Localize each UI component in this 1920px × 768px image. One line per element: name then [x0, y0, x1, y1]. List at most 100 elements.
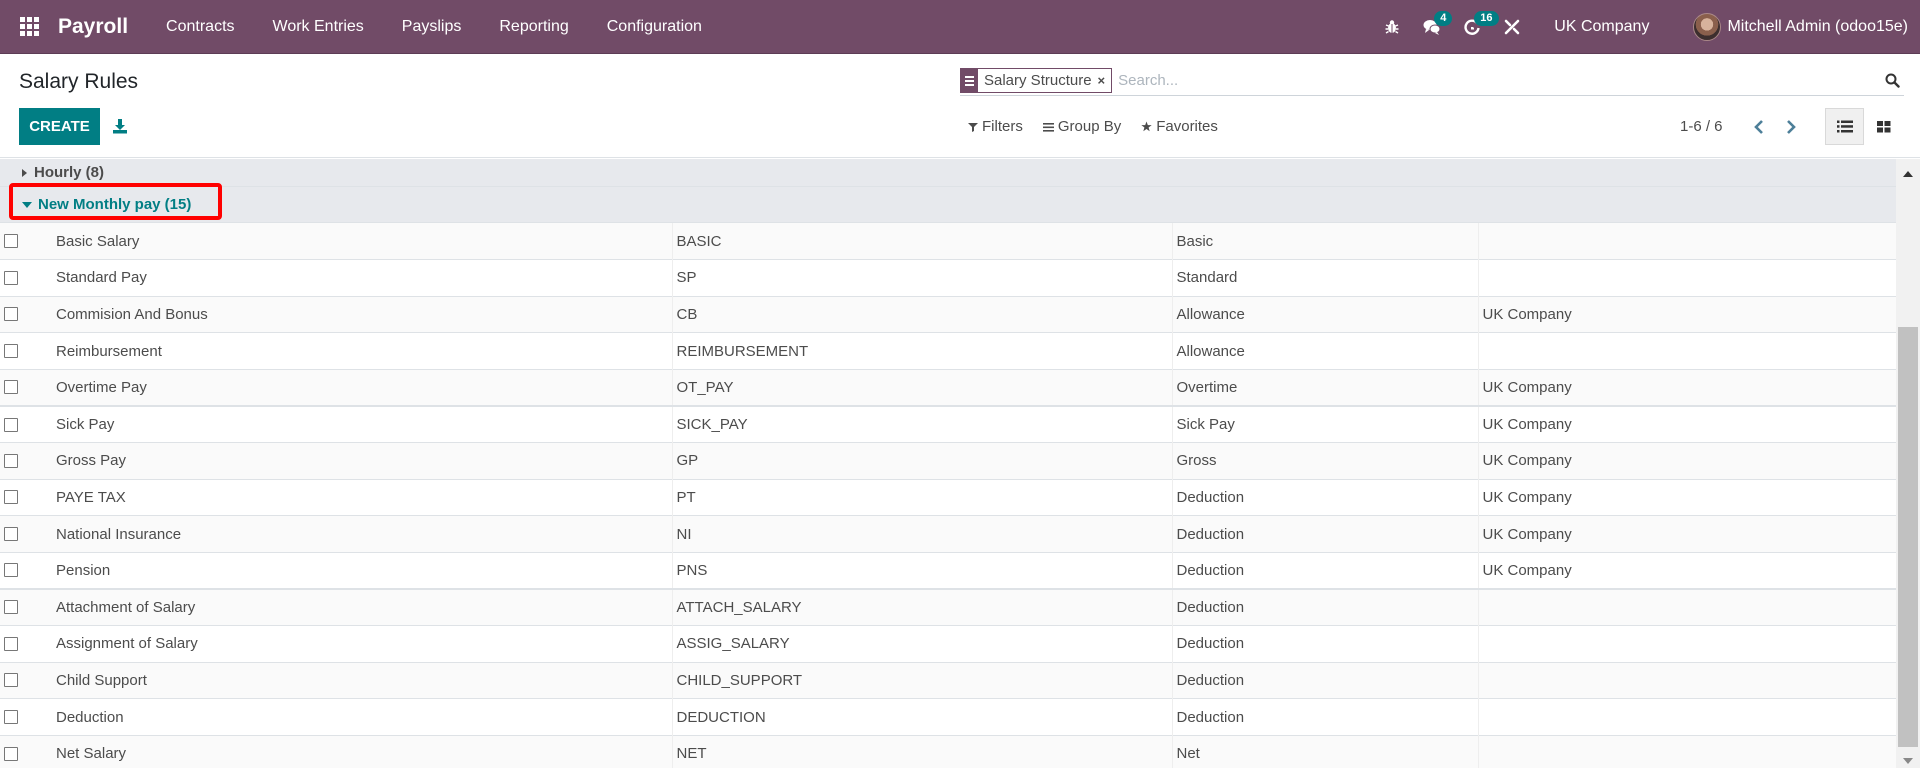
rule-company-cell — [1477, 588, 1896, 626]
menu-payslips[interactable]: Payslips — [383, 0, 481, 54]
search-button[interactable] — [1880, 69, 1904, 93]
row-select-checkbox[interactable] — [4, 344, 18, 359]
avatar — [1693, 12, 1722, 41]
rule-code-cell: PT — [671, 479, 1172, 516]
rule-code-cell: GP — [671, 442, 1172, 480]
apps-grid-icon — [19, 17, 39, 36]
table-row[interactable]: Gross Pay GP Gross UK Company — [0, 442, 1896, 480]
group-label: New Monthly pay (15) — [38, 196, 192, 213]
messages-button[interactable]: 4 — [1412, 0, 1453, 53]
group-row-hourly[interactable]: Hourly (8) — [0, 159, 1896, 187]
table-row[interactable]: Net Salary NET Net — [0, 735, 1896, 768]
menu-contracts[interactable]: Contracts — [147, 0, 253, 54]
row-select-checkbox[interactable] — [4, 307, 18, 322]
table-row[interactable]: Commision And Bonus CB Allowance UK Company — [0, 296, 1896, 333]
search-input[interactable] — [1118, 72, 1880, 89]
list-scroll-area: Hourly (8) New Monthly pay (15) Basic Sa… — [0, 159, 1896, 768]
table-row[interactable]: Assignment of Salary ASSIG_SALARY Deductio… — [0, 625, 1896, 663]
row-select-checkbox[interactable] — [4, 527, 18, 542]
scrollbar-thumb[interactable] — [1898, 327, 1918, 747]
rule-name-cell: National Insurance — [56, 525, 182, 543]
download-icon — [113, 119, 127, 134]
checkbox-cell — [0, 662, 52, 699]
row-select-checkbox[interactable] — [4, 270, 18, 285]
group-by-label: Group By — [1057, 118, 1122, 135]
rule-company-cell: UK Company — [1477, 296, 1896, 333]
rule-name-cell: Pension — [56, 561, 111, 579]
table-row[interactable]: Basic Salary BASIC Basic — [0, 223, 1896, 260]
list-view-button[interactable] — [1825, 108, 1864, 145]
rule-company-cell — [1477, 625, 1896, 663]
rule-company-cell: UK Company — [1477, 405, 1896, 443]
row-select-checkbox[interactable] — [4, 746, 18, 761]
user-menu[interactable]: Mitchell Admin (odoo15e) — [1671, 12, 1908, 41]
row-select-checkbox[interactable] — [4, 710, 18, 725]
filters-dropdown[interactable]: Filters — [968, 118, 1023, 135]
rule-code-cell: CHILD_SUPPORT — [671, 662, 1172, 699]
pager-value[interactable]: 1-6 / 6 — [1680, 118, 1723, 135]
table-row[interactable]: Reimbursement REIMBURSEMENT Allowance — [0, 332, 1896, 370]
debug-button[interactable] — [1372, 0, 1412, 53]
table-row[interactable]: Attachment of Salary ATTACH_SALARY Deducti… — [0, 588, 1896, 626]
menu-reporting[interactable]: Reporting — [480, 0, 587, 54]
company-switcher[interactable]: UK Company — [1532, 18, 1671, 36]
checkbox-cell — [0, 735, 52, 768]
activities-button[interactable]: 16 — [1452, 0, 1499, 53]
page-title: Salary Rules — [19, 70, 139, 93]
pager-previous-button[interactable] — [1743, 119, 1775, 134]
menu-work-entries[interactable]: Work Entries — [254, 0, 383, 54]
favorites-dropdown[interactable]: Favorites — [1141, 118, 1218, 135]
systray: 4 16 UK Company Mitchell Admin (odoo15e) — [1372, 0, 1920, 53]
rule-company-cell — [1477, 735, 1896, 768]
rule-name-cell: Net Salary — [56, 745, 127, 763]
rule-code-cell: SICK_PAY — [671, 405, 1172, 443]
rule-company-cell — [1477, 259, 1896, 297]
checkbox-cell — [0, 479, 52, 516]
rule-name-cell: Commision And Bonus — [56, 305, 208, 323]
rule-name-cell: Standard Pay — [56, 269, 147, 287]
table-row[interactable]: Overtime Pay OT_PAY Overtime UK Company — [0, 369, 1896, 406]
create-button[interactable]: CREATE — [19, 108, 100, 145]
search-icon — [1885, 73, 1900, 88]
group-row-new-monthly-pay[interactable]: New Monthly pay (15) — [0, 187, 1896, 223]
search-facet-salary-structure[interactable]: Salary Structure × — [960, 68, 1113, 93]
scroll-up-arrow-icon[interactable] — [1903, 171, 1913, 177]
table-row[interactable]: Sick Pay SICK_PAY Sick Pay UK Company — [0, 405, 1896, 443]
row-select-checkbox[interactable] — [4, 380, 18, 395]
view-switcher — [1825, 108, 1903, 145]
table-row[interactable]: Child Support CHILD_SUPPORT Deduction — [0, 662, 1896, 699]
row-select-checkbox[interactable] — [4, 563, 18, 578]
rule-category-cell: Allowance — [1171, 332, 1478, 370]
row-select-checkbox[interactable] — [4, 234, 18, 249]
group-label: Hourly (8) — [34, 164, 105, 181]
facet-remove-icon[interactable]: × — [1098, 69, 1112, 92]
row-select-checkbox[interactable] — [4, 673, 18, 688]
kanban-view-button[interactable] — [1864, 108, 1903, 145]
scroll-down-arrow-icon[interactable] — [1903, 758, 1913, 764]
menu-configuration[interactable]: Configuration — [588, 0, 721, 54]
pager-next-button[interactable] — [1775, 119, 1807, 134]
vertical-scrollbar[interactable] — [1896, 159, 1920, 768]
table-row[interactable]: Standard Pay SP Standard — [0, 259, 1896, 297]
rule-category-cell: Deduction — [1171, 662, 1478, 699]
rule-company-cell: UK Company — [1477, 442, 1896, 480]
table-row[interactable]: Pension PNS Deduction UK Company — [0, 552, 1896, 589]
group-by-dropdown[interactable]: Group By — [1042, 118, 1122, 135]
row-select-checkbox[interactable] — [4, 490, 18, 505]
app-name[interactable]: Payroll — [58, 15, 128, 39]
row-select-checkbox[interactable] — [4, 636, 18, 651]
row-select-checkbox[interactable] — [4, 417, 18, 432]
rule-category-cell: Net — [1171, 735, 1478, 768]
favorites-label: Favorites — [1156, 118, 1218, 135]
export-button[interactable] — [110, 114, 130, 138]
checkbox-cell — [0, 699, 52, 736]
table-row[interactable]: National Insurance NI Deduction UK Company — [0, 515, 1896, 553]
rule-code-cell: ATTACH_SALARY — [671, 588, 1172, 626]
tools-button[interactable] — [1492, 0, 1532, 53]
row-select-checkbox[interactable] — [4, 600, 18, 615]
row-select-checkbox[interactable] — [4, 453, 18, 468]
tools-icon — [1504, 19, 1520, 34]
table-row[interactable]: Deduction DEDUCTION Deduction — [0, 698, 1896, 736]
table-row[interactable]: PAYE TAX PT Deduction UK Company — [0, 479, 1896, 516]
app-switcher-button[interactable] — [0, 0, 58, 53]
